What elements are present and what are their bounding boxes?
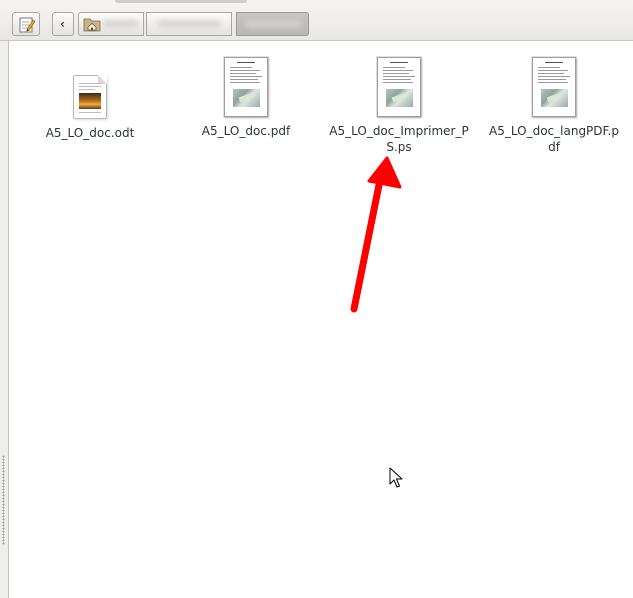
home-folder-icon	[83, 18, 101, 32]
pdf-thumbnail-icon	[224, 57, 268, 117]
pdf-thumbnail-icon	[532, 57, 576, 117]
file-item-pdf-lang[interactable]: A5_LO_doc_langPDF.pdf	[479, 57, 629, 155]
breadcrumb-home[interactable]	[78, 12, 144, 36]
edit-location-button[interactable]	[12, 12, 40, 36]
breadcrumb-label-blurred	[245, 20, 301, 28]
chevron-left-icon: ‹	[60, 17, 65, 31]
file-name: A5_LO_doc.odt	[45, 126, 135, 140]
file-item-pdf[interactable]: A5_LO_doc.pdf	[171, 57, 321, 139]
file-name: A5_LO_doc_Imprimer_PS.ps	[329, 124, 469, 154]
breadcrumb-label-blurred	[157, 20, 221, 28]
document-icon	[73, 75, 107, 119]
sidebar-edge	[0, 41, 9, 598]
file-item-odt[interactable]: A5_LO_doc.odt	[15, 75, 165, 141]
tab-strip	[115, 0, 247, 3]
breadcrumb-current[interactable]	[236, 12, 309, 36]
back-button[interactable]: ‹	[52, 12, 74, 36]
toolbar: ‹	[0, 0, 633, 41]
mouse-pointer-icon	[389, 467, 403, 488]
file-name: A5_LO_doc_langPDF.pdf	[489, 124, 619, 154]
breadcrumb-folder[interactable]	[146, 12, 232, 36]
resize-grip[interactable]	[2, 455, 5, 545]
breadcrumb-label-blurred	[103, 20, 139, 28]
file-view[interactable]: A5_LO_doc.odt A5_LO_doc.pdf A5_LO_doc_Im…	[9, 41, 633, 598]
ps-thumbnail-icon	[377, 57, 421, 117]
file-item-ps[interactable]: A5_LO_doc_Imprimer_PS.ps	[324, 57, 474, 155]
pencil-icon	[19, 17, 36, 33]
file-name: A5_LO_doc.pdf	[201, 124, 291, 138]
